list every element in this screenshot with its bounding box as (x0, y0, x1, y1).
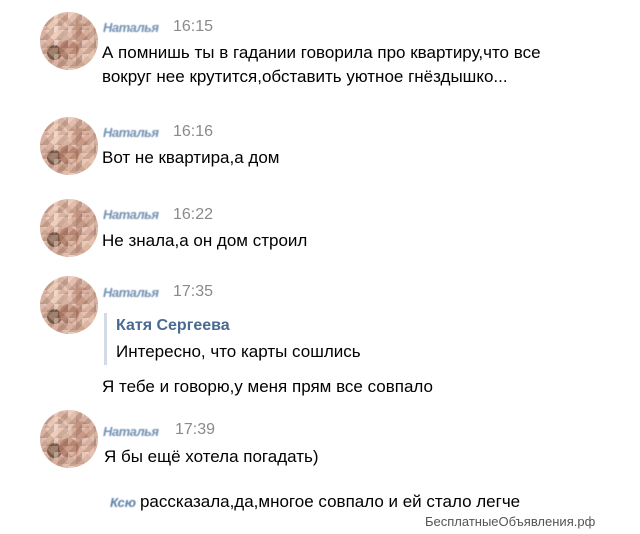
sender-name[interactable]: Наталья (103, 207, 159, 222)
avatar[interactable] (40, 12, 98, 70)
sender-name[interactable]: Наталья (103, 125, 159, 140)
watermark: БесплатныеОбъявления.рф (425, 514, 596, 529)
message-time: 17:39 (175, 421, 216, 438)
avatar[interactable] (40, 117, 98, 175)
message-text: А помнишь ты в гадании говорила про квар… (102, 43, 541, 62)
message-time: 17:35 (173, 283, 214, 300)
avatar[interactable] (40, 410, 98, 468)
sender-name[interactable]: Наталья (103, 20, 159, 35)
caption-text: Ксю рассказала,да,многое совпало и ей ста… (110, 491, 520, 514)
blurred-name: Ксю (110, 495, 136, 510)
message-time: 16:16 (173, 123, 214, 140)
quote-text: Интересно, что карты сошлись (116, 342, 361, 361)
message-text: Я бы ещё хотела погадать) (104, 447, 319, 466)
caption-body: рассказала,да,многое совпало и ей стало … (139, 492, 521, 511)
message-text: Не знала,а он дом строил (102, 231, 308, 250)
message-text: вокруг нее крутится,обставить уютное гнё… (102, 67, 508, 86)
avatar[interactable] (40, 199, 98, 257)
message-text: Я тебе и говорю,у меня прям все совпало (102, 377, 433, 396)
sender-name[interactable]: Наталья (103, 285, 159, 300)
quote-bar (104, 313, 107, 365)
sender-name[interactable]: Наталья (103, 424, 159, 439)
avatar[interactable] (40, 276, 98, 334)
quote-author[interactable]: Катя Сергеева (116, 317, 230, 335)
message-time: 16:22 (173, 206, 214, 223)
message-text: Вот не квартира,а дом (102, 148, 280, 167)
message-time: 16:15 (173, 18, 214, 35)
